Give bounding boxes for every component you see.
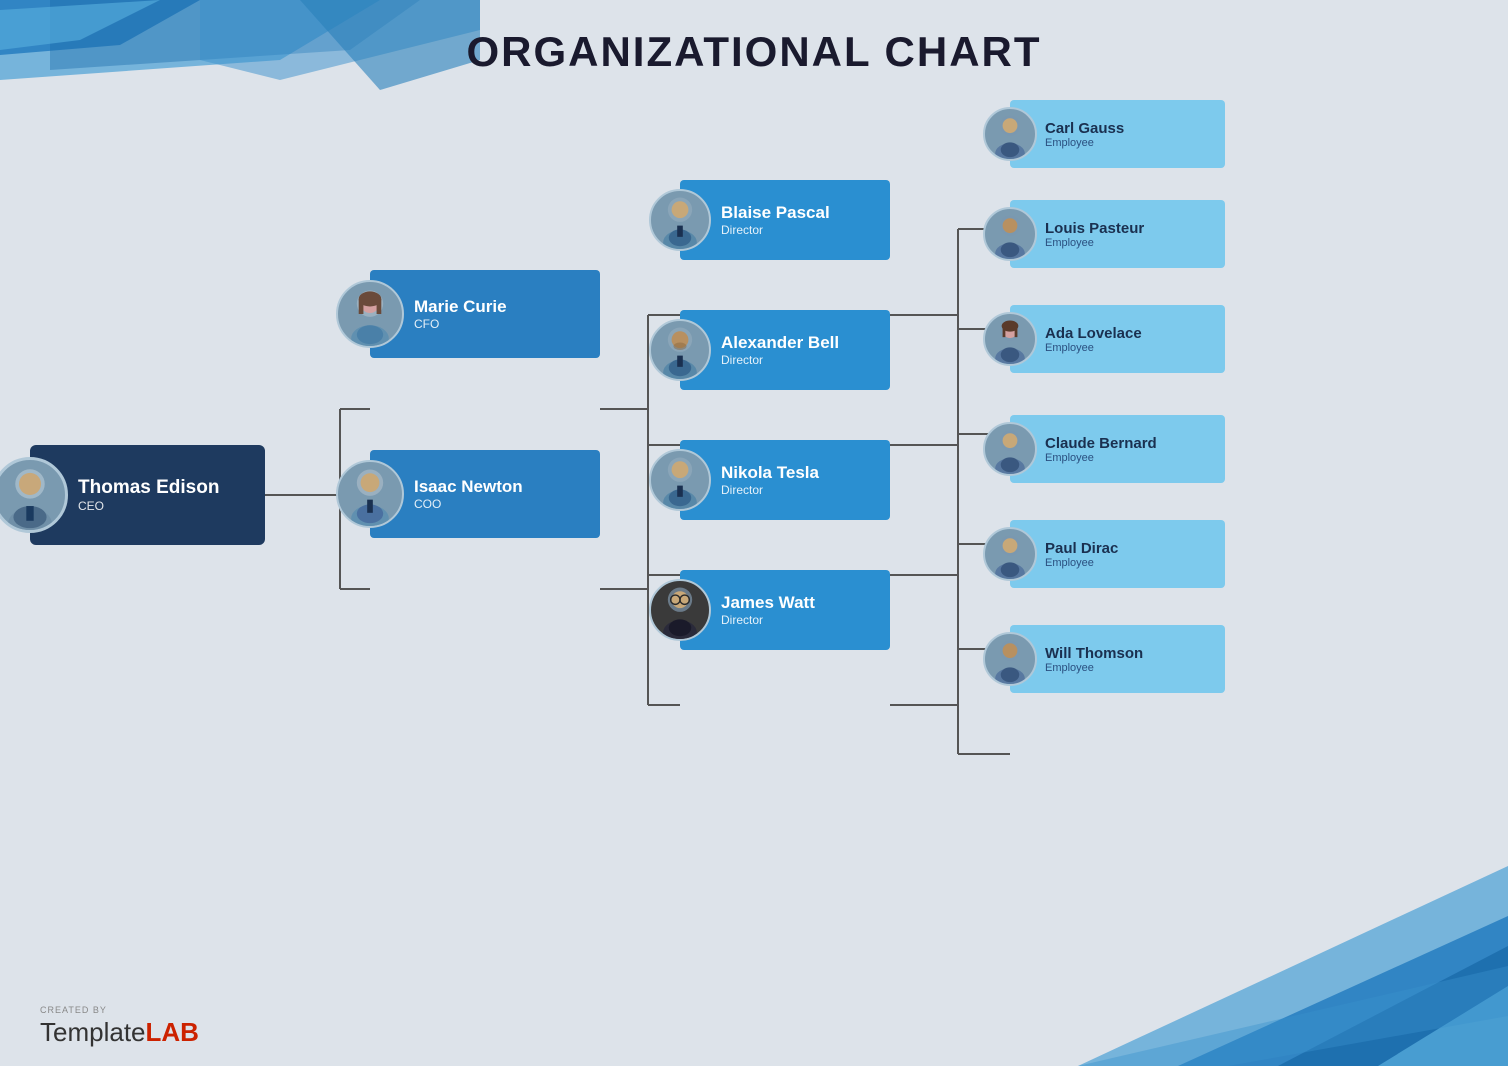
- logo-brand: TemplateLAB: [40, 1017, 199, 1048]
- tesla-role: Director: [721, 483, 819, 497]
- node-cfo: Marie Curie CFO: [370, 270, 600, 358]
- coo-name: Isaac Newton: [414, 477, 523, 497]
- node-gauss: Carl Gauss Employee: [1010, 100, 1225, 168]
- avatar-watt: [649, 579, 711, 641]
- coo-role: COO: [414, 497, 523, 511]
- avatar-lovelace: [983, 312, 1037, 366]
- pasteur-name: Louis Pasteur: [1045, 220, 1144, 237]
- cfo-name: Marie Curie: [414, 297, 507, 317]
- lovelace-role: Employee: [1045, 342, 1142, 354]
- node-bernard: Claude Bernard Employee: [1010, 415, 1225, 483]
- dirac-name: Paul Dirac: [1045, 540, 1118, 557]
- avatar-pasteur: [983, 207, 1037, 261]
- node-tesla: Nikola Tesla Director: [680, 440, 890, 520]
- cfo-text: Marie Curie CFO: [414, 297, 507, 331]
- ceo-role: CEO: [78, 499, 219, 513]
- pasteur-role: Employee: [1045, 237, 1144, 249]
- pasteur-text: Louis Pasteur Employee: [1045, 220, 1144, 249]
- gauss-role: Employee: [1045, 137, 1124, 149]
- person-icon-pasteur: [985, 209, 1035, 259]
- pascal-name: Blaise Pascal: [721, 203, 830, 223]
- node-pascal: Blaise Pascal Director: [680, 180, 890, 260]
- bg-decoration-br: [1078, 866, 1508, 1066]
- bernard-role: Employee: [1045, 452, 1157, 464]
- node-bell: Alexander Bell Director: [680, 310, 890, 390]
- node-coo: Isaac Newton COO: [370, 450, 600, 538]
- dirac-text: Paul Dirac Employee: [1045, 540, 1118, 569]
- person-icon-bell: [651, 321, 709, 379]
- person-icon-ceo: [0, 460, 65, 530]
- watt-name: James Watt: [721, 593, 815, 613]
- watt-role: Director: [721, 613, 815, 627]
- logo-lab: LAB: [146, 1017, 199, 1047]
- lovelace-text: Ada Lovelace Employee: [1045, 325, 1142, 354]
- page-title: ORGANIZATIONAL CHART: [0, 28, 1508, 76]
- watt-text: James Watt Director: [721, 593, 815, 627]
- person-icon-tesla: [651, 451, 709, 509]
- person-icon-gauss: [985, 109, 1035, 159]
- logo-area: CREATED BY TemplateLAB: [40, 1005, 199, 1048]
- avatar-bernard: [983, 422, 1037, 476]
- person-icon-cfo: [338, 282, 402, 346]
- avatar-pascal: [649, 189, 711, 251]
- cfo-role: CFO: [414, 317, 507, 331]
- person-icon-watt: [651, 581, 709, 639]
- node-lovelace: Ada Lovelace Employee: [1010, 305, 1225, 373]
- person-icon-dirac: [985, 529, 1035, 579]
- node-dirac: Paul Dirac Employee: [1010, 520, 1225, 588]
- gauss-name: Carl Gauss: [1045, 120, 1124, 137]
- lovelace-name: Ada Lovelace: [1045, 325, 1142, 342]
- person-icon-pascal: [651, 191, 709, 249]
- person-icon-lovelace: [985, 314, 1035, 364]
- gauss-text: Carl Gauss Employee: [1045, 120, 1124, 149]
- bell-role: Director: [721, 353, 839, 367]
- avatar-gauss: [983, 107, 1037, 161]
- bell-name: Alexander Bell: [721, 333, 839, 353]
- ceo-text: Thomas Edison CEO: [78, 477, 219, 513]
- avatar-ceo: [0, 457, 68, 533]
- avatar-coo: [336, 460, 404, 528]
- avatar-bell: [649, 319, 711, 381]
- node-pasteur: Louis Pasteur Employee: [1010, 200, 1225, 268]
- tesla-text: Nikola Tesla Director: [721, 463, 819, 497]
- logo-created-by: CREATED BY: [40, 1005, 107, 1015]
- thomson-text: Will Thomson Employee: [1045, 645, 1143, 674]
- person-icon-bernard: [985, 424, 1035, 474]
- thomson-role: Employee: [1045, 662, 1143, 674]
- avatar-thomson: [983, 632, 1037, 686]
- node-ceo: Thomas Edison CEO: [30, 445, 265, 545]
- pascal-role: Director: [721, 223, 830, 237]
- node-watt: James Watt Director: [680, 570, 890, 650]
- ceo-name: Thomas Edison: [78, 477, 219, 499]
- dirac-role: Employee: [1045, 557, 1118, 569]
- person-icon-coo: [338, 462, 402, 526]
- pascal-text: Blaise Pascal Director: [721, 203, 830, 237]
- avatar-cfo: [336, 280, 404, 348]
- bell-text: Alexander Bell Director: [721, 333, 839, 367]
- bernard-name: Claude Bernard: [1045, 435, 1157, 452]
- avatar-tesla: [649, 449, 711, 511]
- person-icon-thomson: [985, 634, 1035, 684]
- logo-template: Template: [40, 1017, 146, 1047]
- thomson-name: Will Thomson: [1045, 645, 1143, 662]
- node-thomson: Will Thomson Employee: [1010, 625, 1225, 693]
- tesla-name: Nikola Tesla: [721, 463, 819, 483]
- bernard-text: Claude Bernard Employee: [1045, 435, 1157, 464]
- avatar-dirac: [983, 527, 1037, 581]
- coo-text: Isaac Newton COO: [414, 477, 523, 511]
